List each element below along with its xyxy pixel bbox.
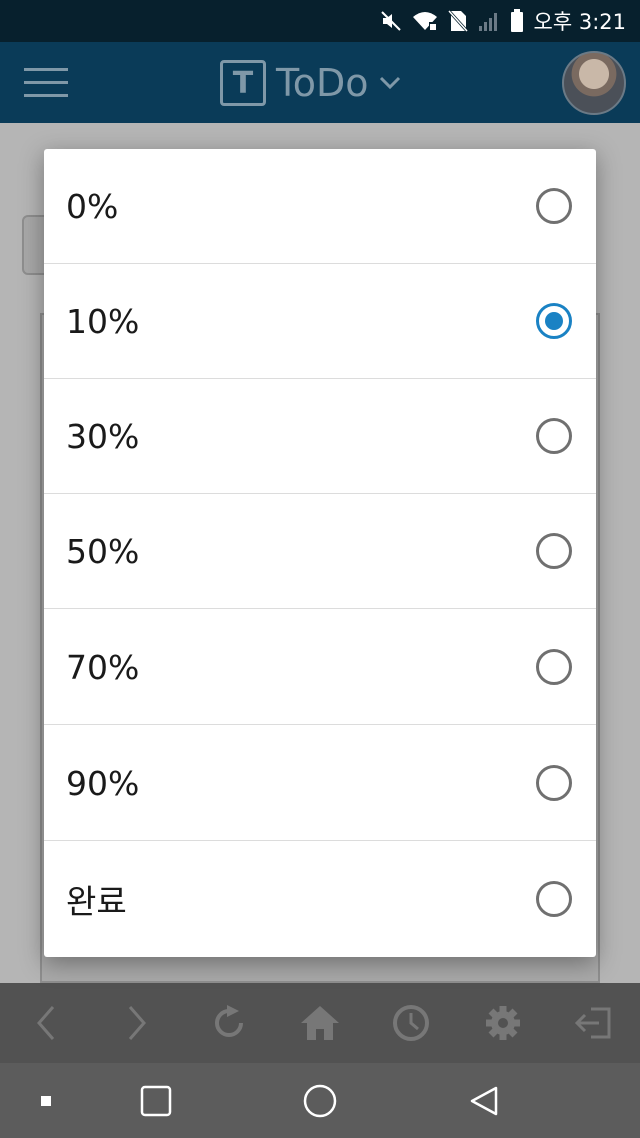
option-label: 70% xyxy=(66,647,140,687)
home-icon xyxy=(298,1001,342,1045)
radio-button[interactable] xyxy=(536,188,572,224)
home-circle-icon[interactable] xyxy=(302,1083,338,1119)
overview-square-icon[interactable] xyxy=(138,1083,174,1119)
logo-letter: T xyxy=(232,66,254,101)
radio-button[interactable] xyxy=(536,418,572,454)
avatar[interactable] xyxy=(562,51,626,115)
status-time: 오후 3:21 xyxy=(533,10,626,34)
option-50[interactable]: 50% xyxy=(44,494,596,609)
option-label: 10% xyxy=(66,301,140,341)
option-70[interactable]: 70% xyxy=(44,610,596,725)
radio-button[interactable] xyxy=(536,533,572,569)
back-triangle-icon[interactable] xyxy=(466,1083,502,1119)
bottom-toolbar xyxy=(0,983,640,1063)
option-90[interactable]: 90% xyxy=(44,726,596,841)
option-10[interactable]: 10% xyxy=(44,264,596,379)
option-label: 50% xyxy=(66,531,140,571)
battery-icon xyxy=(510,9,523,32)
app-logo-icon: T xyxy=(220,60,266,106)
recents-dot-icon[interactable] xyxy=(28,1083,64,1119)
forward-arrow-icon xyxy=(115,1001,159,1045)
app-title-dropdown[interactable]: T ToDo xyxy=(220,60,401,106)
chevron-down-icon xyxy=(379,76,400,90)
app-header: T ToDo xyxy=(0,42,640,123)
radio-button[interactable] xyxy=(536,880,572,917)
option-label: 0% xyxy=(66,186,119,226)
refresh-icon xyxy=(207,1001,251,1045)
option-label: 완료 xyxy=(66,881,127,921)
option-30[interactable]: 30% xyxy=(44,379,596,494)
logout-icon xyxy=(572,1001,616,1045)
status-icons: 오후 3:21 xyxy=(380,0,640,42)
history-clock-icon xyxy=(389,1001,433,1045)
status-bar: 오후 3:21 xyxy=(0,0,640,42)
progress-select-dialog: 0% 10% 30% 50% 70% 90% 완료 xyxy=(44,149,596,957)
android-nav-bar xyxy=(0,1063,640,1138)
signal-icon xyxy=(478,13,497,31)
option-label: 30% xyxy=(66,416,140,456)
menu-icon[interactable] xyxy=(24,68,68,98)
radio-button[interactable] xyxy=(536,649,572,685)
option-0[interactable]: 0% xyxy=(44,149,596,264)
mute-icon xyxy=(380,11,401,31)
option-label: 90% xyxy=(66,763,140,803)
radio-button-selected[interactable] xyxy=(536,303,572,339)
option-complete[interactable]: 완료 xyxy=(44,841,596,956)
no-sim-icon xyxy=(447,10,468,32)
settings-gear-icon xyxy=(481,1001,525,1045)
back-arrow-icon xyxy=(24,1001,68,1045)
wifi-icon xyxy=(412,12,437,30)
radio-button[interactable] xyxy=(536,765,572,801)
app-title: ToDo xyxy=(276,61,369,105)
